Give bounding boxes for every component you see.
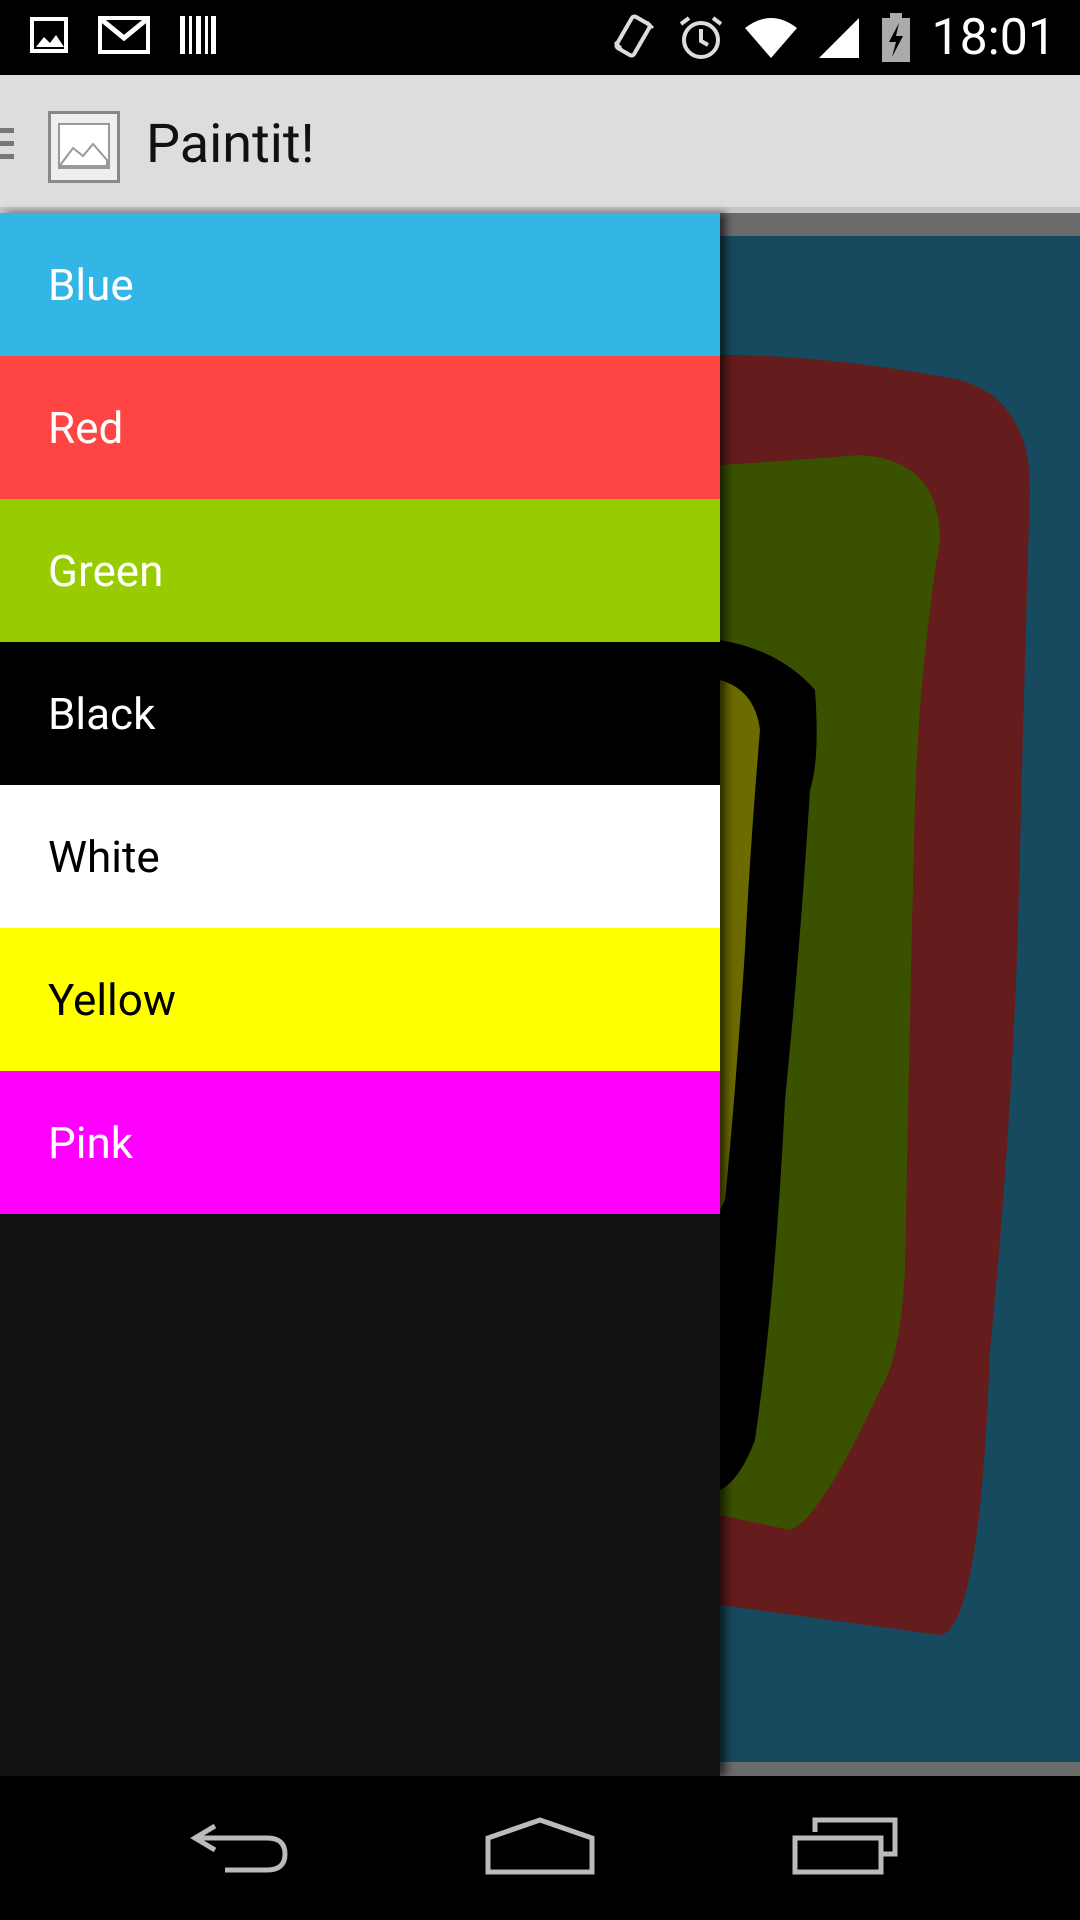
color-drawer: Blue Red Green Black White Yellow Pink <box>0 213 720 1776</box>
color-item-blue[interactable]: Blue <box>0 213 720 356</box>
color-item-label: Blue <box>48 258 134 311</box>
navigation-bar <box>0 1776 1080 1920</box>
drawing-canvas[interactable] <box>720 213 1080 1776</box>
barcode-icon <box>180 16 216 54</box>
image-icon <box>58 123 110 169</box>
signal-icon <box>819 18 860 58</box>
color-item-green[interactable]: Green <box>0 499 720 642</box>
color-item-yellow[interactable]: Yellow <box>0 928 720 1071</box>
recents-button[interactable] <box>775 1806 915 1886</box>
app-title: Paintit! <box>146 113 315 176</box>
color-item-label: Pink <box>48 1116 134 1169</box>
wifi-icon <box>745 18 798 58</box>
action-bar: Paintit! <box>0 75 1080 213</box>
gmail-icon <box>98 16 150 54</box>
status-bar: 18:01 <box>0 0 1080 75</box>
color-item-white[interactable]: White <box>0 785 720 928</box>
color-item-label: Yellow <box>48 973 176 1026</box>
color-item-red[interactable]: Red <box>0 356 720 499</box>
home-icon <box>485 1817 595 1875</box>
color-item-black[interactable]: Black <box>0 642 720 785</box>
color-item-label: Green <box>48 544 164 597</box>
app-icon[interactable] <box>48 111 120 183</box>
alarm-icon <box>680 16 723 59</box>
system-icons: 18:01 <box>611 8 1056 68</box>
recents-icon <box>792 1817 898 1875</box>
vibrate-icon <box>614 14 655 58</box>
color-item-label: White <box>48 830 160 883</box>
clock: 18:01 <box>931 9 1056 67</box>
image-icon <box>30 17 68 53</box>
notification-icons <box>30 14 218 56</box>
back-button[interactable] <box>170 1806 310 1886</box>
color-item-pink[interactable]: Pink <box>0 1071 720 1214</box>
back-icon <box>190 1823 288 1873</box>
home-button[interactable] <box>470 1806 610 1886</box>
battery-charging-icon <box>882 13 911 62</box>
color-item-label: Black <box>48 687 156 740</box>
drawer-indicator-icon[interactable] <box>0 126 14 162</box>
canvas-drawing <box>720 236 1080 1776</box>
color-item-label: Red <box>48 401 124 454</box>
